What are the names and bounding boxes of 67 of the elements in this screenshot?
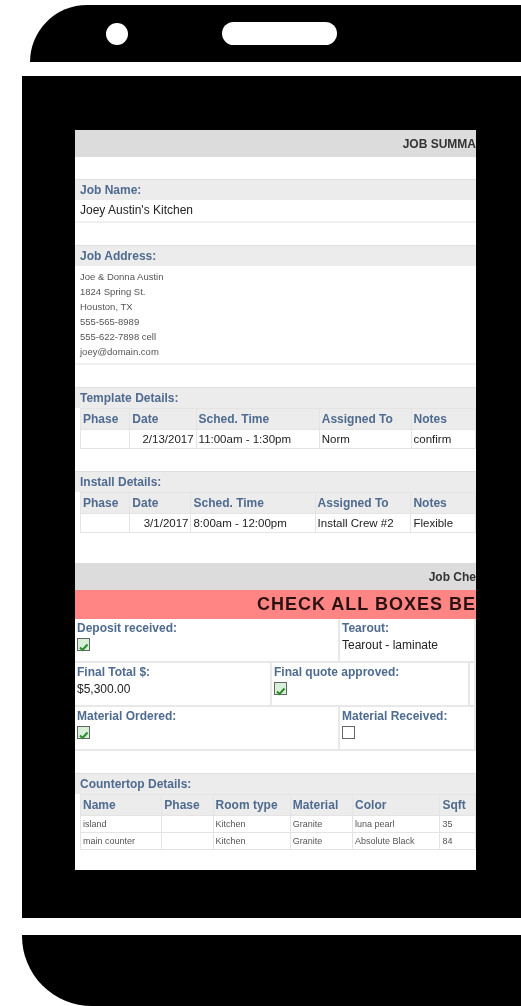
table-cell: Norm bbox=[319, 429, 412, 449]
column-header: Sqft bbox=[439, 794, 476, 816]
table-cell: confirm bbox=[411, 429, 476, 449]
address-line: 555-565-8989 bbox=[80, 315, 141, 329]
field-label: Material Ordered: bbox=[77, 709, 177, 723]
table-cell bbox=[80, 513, 130, 533]
table-cell: 8:00am - 12:00pm bbox=[190, 513, 316, 533]
checkbox[interactable] bbox=[77, 638, 90, 651]
table-cell: 3/1/2017 bbox=[129, 513, 191, 533]
column-header: Date bbox=[129, 408, 197, 430]
field-label: Deposit received: bbox=[77, 621, 178, 635]
table-cell: 35 bbox=[439, 815, 476, 833]
section-heading: Template Details: bbox=[75, 387, 476, 408]
table-cell: Flexible bbox=[410, 513, 476, 533]
table-cell: Absolute Black bbox=[352, 832, 440, 850]
field-label: Tearout: bbox=[342, 621, 390, 635]
speaker-icon bbox=[222, 22, 337, 45]
checkbox[interactable] bbox=[342, 726, 355, 739]
table-cell: island bbox=[80, 815, 162, 833]
address-line: 1824 Spring St. bbox=[80, 285, 147, 299]
column-header: Sched. Time bbox=[196, 408, 320, 430]
table-cell bbox=[80, 429, 130, 449]
camera-icon bbox=[106, 22, 128, 45]
column-header: Assigned To bbox=[319, 408, 412, 430]
address-line: joey@domain.com bbox=[80, 345, 160, 359]
column-header: Phase bbox=[161, 794, 214, 816]
field-value: Joey Austin's Kitchen bbox=[75, 200, 476, 223]
address-line: Joe & Donna Austin bbox=[80, 270, 165, 284]
field-label: Material Received: bbox=[342, 709, 448, 723]
table-cell: luna pearl bbox=[352, 815, 440, 833]
table-cell: Kitchen bbox=[213, 815, 291, 833]
field-label: Job Address: bbox=[75, 245, 476, 266]
checkbox[interactable] bbox=[77, 726, 90, 739]
checkbox[interactable] bbox=[274, 682, 287, 695]
column-header: Assigned To bbox=[315, 492, 411, 514]
column-header: Material bbox=[290, 794, 353, 816]
column-header: Notes bbox=[411, 408, 476, 430]
column-header: Date bbox=[129, 492, 191, 514]
column-header: Room type bbox=[213, 794, 291, 816]
column-header: Phase bbox=[80, 408, 130, 430]
table-cell: Kitchen bbox=[213, 832, 291, 850]
table-cell: Install Crew #2 bbox=[315, 513, 411, 533]
address-line: 555-622-7898 cell bbox=[80, 330, 158, 344]
section-title: Job Che bbox=[428, 569, 476, 584]
field-label: Final Total $: bbox=[77, 665, 151, 679]
column-header: Sched. Time bbox=[190, 492, 316, 514]
table-cell: 2/13/2017 bbox=[129, 429, 197, 449]
column-header: Notes bbox=[410, 492, 476, 514]
table-cell bbox=[161, 832, 214, 850]
field-value: $5,300.00 bbox=[77, 682, 131, 696]
table-cell: Granite bbox=[290, 832, 353, 850]
address-line: Houston, TX bbox=[80, 300, 134, 314]
table-cell: main counter bbox=[80, 832, 162, 850]
section-heading: Install Details: bbox=[75, 471, 476, 492]
column-header: Color bbox=[352, 794, 440, 816]
table-cell: 11:00am - 1:30pm bbox=[196, 429, 320, 449]
field-value: Tearout - laminate bbox=[342, 638, 439, 652]
column-header: Name bbox=[80, 794, 162, 816]
banner-text: CHECK ALL BOXES BE bbox=[256, 594, 476, 615]
table-cell: 84 bbox=[439, 832, 476, 850]
table-cell bbox=[161, 815, 214, 833]
table-cell: Granite bbox=[290, 815, 353, 833]
section-heading: Countertop Details: bbox=[75, 773, 476, 794]
field-label: Final quote approved: bbox=[274, 665, 400, 679]
column-header: Phase bbox=[80, 492, 130, 514]
page-title: JOB SUMMA bbox=[402, 136, 476, 151]
field-label: Job Name: bbox=[75, 179, 476, 200]
